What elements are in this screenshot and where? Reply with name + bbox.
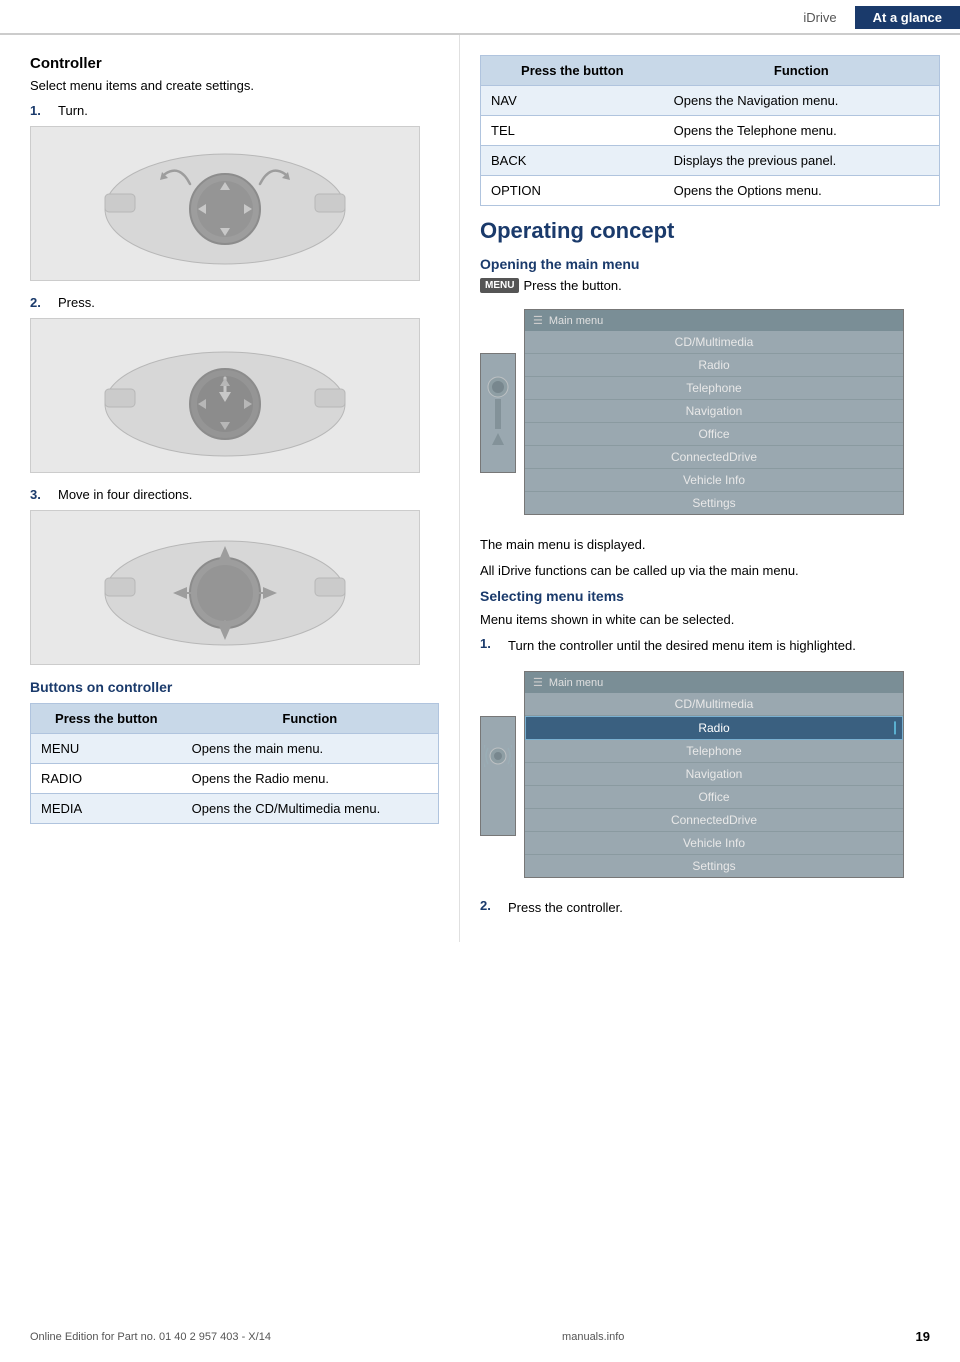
step-1: 1. Turn. bbox=[30, 103, 439, 118]
press-button-line: MENU Press the button. bbox=[480, 278, 940, 293]
tab-idrive[interactable]: iDrive bbox=[785, 6, 854, 29]
opening-menu-title: Opening the main menu bbox=[480, 256, 940, 272]
btn-media-func: Opens the CD/Multimedia menu. bbox=[182, 794, 438, 824]
menu-item-vehicleinfo-2: Vehicle Info bbox=[525, 832, 903, 855]
right-column: Press the button Function NAV Opens the … bbox=[460, 35, 960, 942]
menu-item-navigation-1: Navigation bbox=[525, 400, 903, 423]
btn-menu-func: Opens the main menu. bbox=[182, 734, 438, 764]
controller-turn-image bbox=[30, 126, 420, 281]
step-1-num: 1. bbox=[30, 103, 50, 118]
col2-header-button: Press the button bbox=[481, 56, 664, 86]
menu-header-title-1: Main menu bbox=[549, 315, 603, 327]
btn-menu: MENU bbox=[31, 734, 182, 764]
col2-header-function: Function bbox=[664, 56, 939, 86]
table-row: MENU Opens the main menu. bbox=[31, 734, 438, 764]
tab-ataglance[interactable]: At a glance bbox=[855, 6, 960, 29]
menu-item-connecteddrive-2: ConnectedDrive bbox=[525, 809, 903, 832]
table-row: MEDIA Opens the CD/Multimedia menu. bbox=[31, 794, 438, 824]
selecting-menu-title: Selecting menu items bbox=[480, 588, 940, 604]
controller-title: Controller bbox=[30, 55, 439, 72]
main-menu-displayed-text: The main menu is displayed. bbox=[480, 535, 940, 555]
main-content: Controller Select menu items and create … bbox=[0, 35, 960, 942]
right-step-2: 2. Press the controller. bbox=[480, 898, 940, 918]
controller-subtitle: Select menu items and create settings. bbox=[30, 78, 439, 93]
menu-display-2: ☰ Main menu CD/Multimedia Radio Telephon… bbox=[524, 671, 904, 878]
menu-header-2: ☰ Main menu bbox=[525, 672, 903, 693]
btn-back-func: Displays the previous panel. bbox=[664, 146, 939, 176]
online-edition-text: Online Edition for Part no. 01 40 2 957 … bbox=[30, 1331, 271, 1343]
selecting-subtitle: Menu items shown in white can be selecte… bbox=[480, 610, 940, 630]
menu-item-settings-1: Settings bbox=[525, 492, 903, 514]
nav-buttons-table: Press the button Function NAV Opens the … bbox=[480, 55, 940, 206]
menu-header-title-2: Main menu bbox=[549, 677, 603, 689]
btn-radio: RADIO bbox=[31, 764, 182, 794]
btn-media: MEDIA bbox=[31, 794, 182, 824]
menu-item-navigation-2: Navigation bbox=[525, 763, 903, 786]
btn-option: OPTION bbox=[481, 176, 664, 206]
all-idrive-text: All iDrive functions can be called up vi… bbox=[480, 561, 940, 581]
menu-item-vehicleinfo-1: Vehicle Info bbox=[525, 469, 903, 492]
menu-item-office-2: Office bbox=[525, 786, 903, 809]
btn-radio-func: Opens the Radio menu. bbox=[182, 764, 438, 794]
table-row: NAV Opens the Navigation menu. bbox=[481, 86, 939, 116]
step-3-num: 3. bbox=[30, 487, 50, 502]
btn-tel-func: Opens the Telephone menu. bbox=[664, 116, 939, 146]
menu-item-radio-2-highlighted: Radio bbox=[525, 716, 903, 740]
controller-press-image bbox=[30, 318, 420, 473]
btn-back: BACK bbox=[481, 146, 664, 176]
menu-item-cdmultimedia-2: CD/Multimedia bbox=[525, 693, 903, 716]
step-2: 2. Press. bbox=[30, 295, 439, 310]
step-2-num: 2. bbox=[30, 295, 50, 310]
table-row: RADIO Opens the Radio menu. bbox=[31, 764, 438, 794]
nav-buttons-table-inner: Press the button Function NAV Opens the … bbox=[481, 56, 939, 205]
col-header-button: Press the button bbox=[31, 704, 182, 734]
step-2-text: Press. bbox=[58, 295, 95, 310]
table-row: TEL Opens the Telephone menu. bbox=[481, 116, 939, 146]
page-footer: Online Edition for Part no. 01 40 2 957 … bbox=[0, 1329, 960, 1344]
btn-nav-func: Opens the Navigation menu. bbox=[664, 86, 939, 116]
main-menu-screenshot-1: ☰ Main menu CD/Multimedia Radio Telephon… bbox=[480, 301, 940, 525]
menu-item-cdmultimedia-1: CD/Multimedia bbox=[525, 331, 903, 354]
menu-left-icon-2 bbox=[480, 716, 516, 836]
step-3: 3. Move in four directions. bbox=[30, 487, 439, 502]
menu-item-settings-2: Settings bbox=[525, 855, 903, 877]
btn-tel: TEL bbox=[481, 116, 664, 146]
right-step-1: 1. Turn the controller until the desired… bbox=[480, 636, 940, 656]
menu-display-1: ☰ Main menu CD/Multimedia Radio Telephon… bbox=[524, 309, 904, 515]
menu-item-office-1: Office bbox=[525, 423, 903, 446]
step-1-text: Turn. bbox=[58, 103, 88, 118]
step-3-text: Move in four directions. bbox=[58, 487, 192, 502]
buttons-table-inner: Press the button Function MENU Opens the… bbox=[31, 704, 438, 823]
right-step-2-text: Press the controller. bbox=[508, 898, 623, 918]
menu-list-icon: ☰ bbox=[533, 314, 543, 327]
header-tabs: iDrive At a glance bbox=[785, 6, 960, 29]
table-row: OPTION Opens the Options menu. bbox=[481, 176, 939, 206]
page-header: iDrive At a glance bbox=[0, 0, 960, 35]
table-row: BACK Displays the previous panel. bbox=[481, 146, 939, 176]
menu-item-connecteddrive-1: ConnectedDrive bbox=[525, 446, 903, 469]
buttons-table: Press the button Function MENU Opens the… bbox=[30, 703, 439, 824]
btn-option-func: Opens the Options menu. bbox=[664, 176, 939, 206]
brand-text: manuals.info bbox=[562, 1331, 624, 1343]
operating-concept-title: Operating concept bbox=[480, 218, 940, 244]
controller-directions-image bbox=[30, 510, 420, 665]
right-step-2-num: 2. bbox=[480, 898, 500, 918]
col-header-function: Function bbox=[182, 704, 438, 734]
press-button-text: Press the button. bbox=[523, 278, 621, 293]
page-number: 19 bbox=[916, 1329, 930, 1344]
menu-list-icon-2: ☰ bbox=[533, 676, 543, 689]
menu-button-label: MENU bbox=[480, 278, 519, 293]
menu-left-icon-1 bbox=[480, 353, 516, 473]
menu-item-telephone-2: Telephone bbox=[525, 740, 903, 763]
left-column: Controller Select menu items and create … bbox=[0, 35, 460, 942]
right-step-1-num: 1. bbox=[480, 636, 500, 656]
menu-item-radio-1: Radio bbox=[525, 354, 903, 377]
btn-nav: NAV bbox=[481, 86, 664, 116]
buttons-section-title: Buttons on controller bbox=[30, 679, 439, 695]
main-menu-screenshot-2: ☰ Main menu CD/Multimedia Radio Telephon… bbox=[480, 663, 940, 888]
menu-header-1: ☰ Main menu bbox=[525, 310, 903, 331]
right-step-1-text: Turn the controller until the desired me… bbox=[508, 636, 856, 656]
menu-item-telephone-1: Telephone bbox=[525, 377, 903, 400]
